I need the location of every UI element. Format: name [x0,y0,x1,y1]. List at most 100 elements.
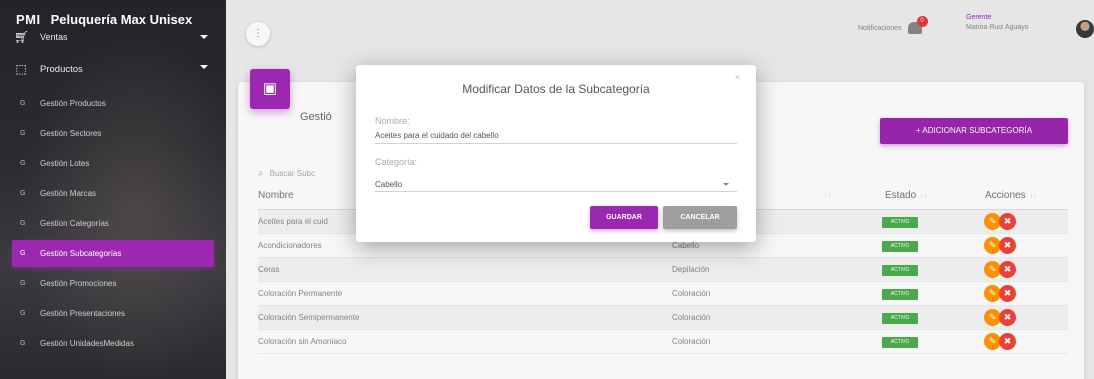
sidebar-item-gestion-subcategorias[interactable]: G Gestión Subcategorías [12,240,214,267]
sidebar-item-marker: G [20,130,26,137]
sidebar-item-label: Gestión Productos [40,99,106,108]
notifications[interactable]: Notificaciones 0 [858,16,928,34]
sidebar-item-label: Gestión UnidadesMedidas [40,339,134,348]
sidebar-item-marker: G [20,220,26,227]
sidebar-item-label: Ventas [40,32,68,42]
sidebar-item-gestion-promociones[interactable]: G Gestión Promociones [12,270,214,297]
category-select[interactable]: Cabello [375,176,737,192]
sidebar-item-marker: G [20,280,26,287]
sidebar-item-marker: G [20,190,26,197]
sidebar-item-marker: G [20,250,26,257]
column-header-label: Nombre [258,190,294,201]
sidebar-item-label: Productos [40,63,83,75]
notifications-label: Notificaciones [858,24,902,32]
cell-name: Ceras [258,265,280,274]
search-placeholder: Buscar Subc [269,168,315,178]
sidebar-item-marker: G [20,160,26,167]
table-row[interactable]: Coloración sin Amoníaco Coloración ACTIV… [258,330,1068,354]
sidebar-item-marker: G [20,100,26,107]
sidebar-item-ventas[interactable]: 🛒︎ Ventas [0,30,226,44]
close-icon[interactable]: × [735,72,740,82]
sidebar-item-label: Gestión Promociones [40,279,117,288]
category-selected-value: Cabello [375,180,403,189]
chevron-down-icon [200,35,208,39]
cart-icon: 🛒︎ [14,30,30,44]
sort-icon: ↑↓ [1029,193,1037,200]
modal-title: Modificar Datos de la Subcategoría [462,82,650,96]
bell-icon: 0 [907,16,928,34]
sidebar-item-marker: G [20,310,26,317]
add-subcategory-button[interactable]: + ADICIONAR SUBCATEGORÍA [880,118,1068,144]
cell-name: Acondicionadores [258,241,322,250]
cell-category: Coloración [672,337,711,346]
cancel-button[interactable]: CANCELAR [663,206,737,229]
delete-icon[interactable]: ✖ [999,213,1016,230]
sidebar-item-label: Gestion Categorías [40,219,109,228]
top-bar: ⋮ Notificaciones 0 Gerente Marina Ruiz A… [226,0,1094,60]
sidebar-item-gestion-presentaciones[interactable]: G Gestión Presentaciones [12,300,214,327]
sidebar-item-productos[interactable]: ⬚ Productos [0,54,226,84]
sidebar-item-marker: G [20,340,26,347]
sidebar-item-label: Gestión Lotes [40,159,90,168]
clipboard-icon: ▣ [250,69,290,109]
status-badge: ACTIVO [882,241,918,252]
column-header-status[interactable]: Estado ↑↓ [885,190,927,201]
user-name: Marina Ruiz Aguayo [966,24,1029,31]
cell-category: Depilación [672,265,710,274]
save-button[interactable]: GUARDAR [590,206,658,229]
sidebar-item-gestion-categorias[interactable]: G Gestion Categorías [12,210,214,237]
basket-icon: ⬚ [15,62,27,76]
delete-icon[interactable]: ✖ [999,285,1016,302]
card-title: Gestió [300,111,332,123]
notifications-badge: 0 [916,16,928,27]
chevron-down-icon [200,65,208,69]
avatar[interactable] [1076,20,1094,38]
brand-logo: PMI [16,11,41,27]
sidebar-item-gestion-sectores[interactable]: G Gestión Sectores [12,120,214,147]
cell-category: Cabello [672,241,700,250]
delete-icon[interactable]: ✖ [999,333,1016,350]
cell-name: Coloración Permanente [258,289,343,298]
column-header-category[interactable]: ↑↓ [824,192,831,199]
cell-category: Coloración [672,313,711,322]
cell-name: Aceites para el cuid [258,217,328,226]
chevron-down-icon [723,183,729,186]
column-header-name[interactable]: Nombre [258,190,294,201]
user-role: Gerente [966,14,992,21]
name-field[interactable] [375,128,737,144]
status-badge: ACTIVO [882,265,918,276]
sidebar-item-gestion-productos[interactable]: G Gestión Productos [12,90,214,117]
cell-category: Coloración [672,289,711,298]
more-vert-icon[interactable]: ⋮ [246,22,270,46]
status-badge: ACTIVO [882,337,918,348]
table-row[interactable]: Coloración Semipermanente Coloración ACT… [258,306,1068,330]
sidebar-item-gestion-lotes[interactable]: G Gestión Lotes [12,150,214,177]
delete-icon[interactable]: ✖ [999,237,1016,254]
user-info[interactable]: Gerente Marina Ruiz Aguayo [966,14,1029,31]
cell-name: Coloración sin Amoníaco [258,337,347,346]
app-name: Peluquería Max Unisex [50,11,193,27]
name-label: Nombre: [375,116,410,126]
sidebar-item-label: Gestión Sectores [40,129,102,138]
cell-name: Coloración Semipermanente [258,313,360,322]
sort-icon: ↑↓ [920,193,928,200]
sidebar: PMI Peluquería Max Unisex 🛒︎ Ventas ⬚ Pr… [0,0,226,379]
status-badge: ACTIVO [882,289,918,300]
status-badge: ACTIVO [882,217,918,228]
delete-icon[interactable]: ✖ [999,261,1016,278]
column-header-actions[interactable]: Acciones ↑↓ [985,190,1037,201]
column-header-label: Acciones [985,190,1026,201]
sidebar-item-gestion-unidadesmedidas[interactable]: G Gestión UnidadesMedidas [12,330,214,357]
sidebar-item-label: Gestión Presentaciones [40,309,125,318]
status-badge: ACTIVO [882,313,918,324]
category-label: Categoría: [375,157,418,167]
edit-subcategory-modal: Modificar Datos de la Subcategoría × Nom… [356,65,756,242]
search-icon: ⌕ [258,167,264,179]
table-row[interactable]: Coloración Permanente Coloración ACTIVO … [258,282,1068,306]
column-header-label: Estado [885,190,917,201]
delete-icon[interactable]: ✖ [999,309,1016,326]
sidebar-item-gestion-marcas[interactable]: G Gestión Marcas [12,180,214,207]
sidebar-item-label: Gestión Subcategorías [40,249,122,258]
table-row[interactable]: Ceras Depilación ACTIVO ✎ ✖ [258,258,1068,282]
sidebar-item-label: Gestión Marcas [40,189,97,198]
